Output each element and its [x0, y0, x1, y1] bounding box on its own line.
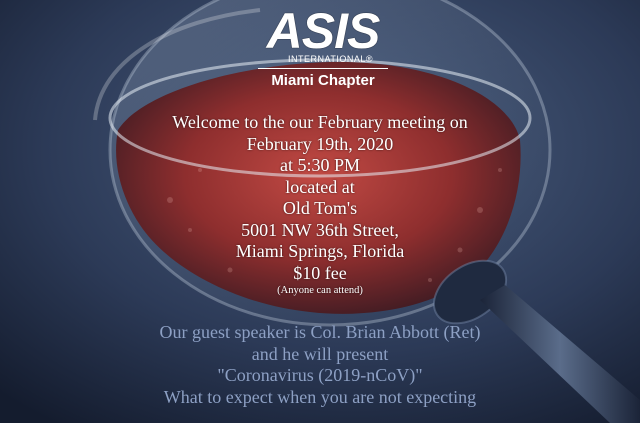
venue-street: 5001 NW 36th Street, — [241, 219, 399, 240]
attendance-note: (Anyone can attend) — [277, 285, 363, 296]
welcome-line: Welcome to the our February meeting on — [172, 112, 468, 132]
logo-chapter: Miami Chapter — [271, 72, 375, 89]
meeting-details: Welcome to the our February meeting on F… — [130, 112, 510, 297]
logo-divider — [258, 68, 388, 69]
speaker-details: Our guest speaker is Col. Brian Abbott (… — [110, 322, 530, 408]
logo-brand: ASIS — [266, 3, 381, 59]
meeting-date: February 19th, 2020 — [246, 133, 394, 154]
speaker-line: Our guest speaker is Col. Brian Abbott (… — [159, 322, 481, 342]
presentation-subtitle: What to expect when you are not expectin… — [163, 386, 477, 407]
asis-logo: ASIS INTERNATIONAL® Miami Chapter — [248, 6, 398, 98]
located-label: located at — [285, 176, 355, 197]
presentation-title: "Coronavirus (2019-nCoV)" — [217, 365, 423, 385]
venue-city: Miami Springs, Florida — [235, 241, 405, 261]
meeting-time: at 5:30 PM — [279, 155, 360, 175]
meeting-fee: $10 fee — [293, 262, 347, 283]
presentation-intro: and he will present — [251, 343, 389, 364]
venue-name: Old Tom's — [282, 198, 358, 218]
